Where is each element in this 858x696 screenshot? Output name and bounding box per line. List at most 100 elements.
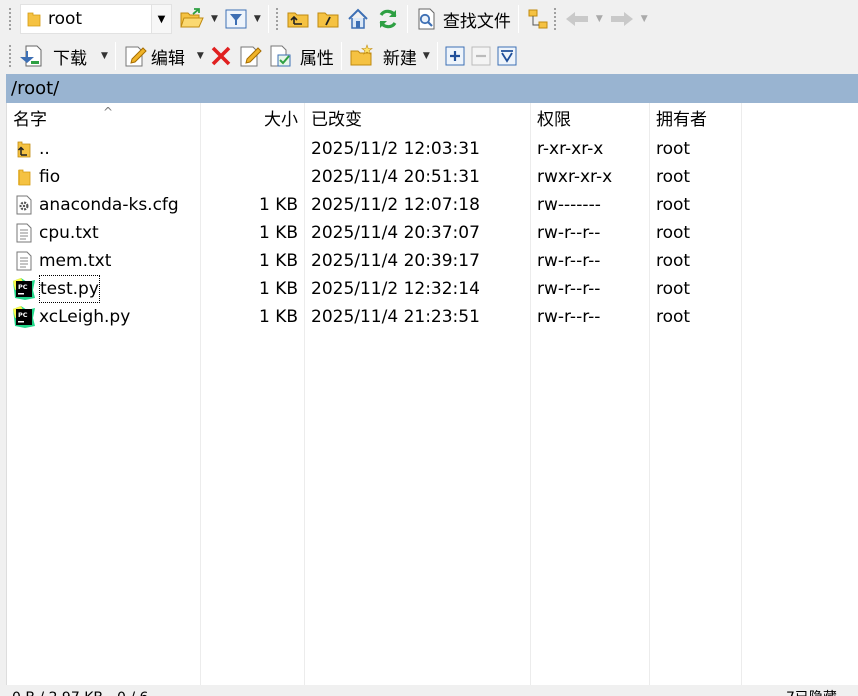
file-modified: 2025/11/2 12:32:14 <box>311 279 480 299</box>
file-list-header: 名字 ^ 大小 已改变 权限 拥有者 <box>7 103 858 135</box>
column-header-modified[interactable]: 已改变 <box>311 103 362 135</box>
path-combo-dropdown-button[interactable]: ▼ <box>152 4 172 34</box>
new-button[interactable]: 新建 ▼ <box>346 41 433 71</box>
file-size: 1 KB <box>258 195 298 215</box>
file-modified: 2025/11/4 20:51:31 <box>311 167 480 187</box>
edit-button[interactable]: 编辑 ▼ <box>120 41 207 71</box>
column-header-name[interactable]: 名字 ^ <box>13 103 199 135</box>
chevron-down-icon[interactable]: ▼ <box>197 51 204 61</box>
text-file-icon <box>13 223 35 243</box>
file-modified: 2025/11/2 12:07:18 <box>311 195 480 215</box>
file-name-cell[interactable]: anaconda-ks.cfg <box>13 191 179 219</box>
status-bar: 0 B / 2.97 KB，0 / 6 7已隐藏 <box>0 685 858 696</box>
file-row[interactable]: fio 2025/11/4 20:51:31 rwxr-xr-x root <box>7 163 858 191</box>
file-operations-toolbar: 下载 ▼ 编辑 ▼ 属性 新建 ▼ <box>0 38 858 74</box>
file-row[interactable]: PC test.py 1 KB 2025/11/2 12:32:14 rw-r--r--… <box>7 275 858 303</box>
column-header-modified-label: 已改变 <box>311 110 362 130</box>
directory-tree-button[interactable] <box>523 4 553 34</box>
search-file-icon <box>418 8 435 30</box>
refresh-button[interactable] <box>373 4 403 34</box>
chevron-down-icon[interactable]: ▼ <box>211 14 218 24</box>
back-button[interactable]: ▼ <box>561 4 606 34</box>
file-list-panel[interactable]: 名字 ^ 大小 已改变 权限 拥有者 .. 2025/11/2 12:03:31 r… <box>6 103 858 685</box>
navigation-toolbar: root ▼ ▼ ▼ 查找文件 ▼ ▼ <box>0 0 858 38</box>
file-modified: 2025/11/4 21:23:51 <box>311 307 480 327</box>
current-path-bar[interactable]: /root/ <box>6 74 858 103</box>
plus-icon <box>445 46 465 66</box>
file-size: 1 KB <box>258 251 298 271</box>
parent-directory-button[interactable] <box>283 4 313 34</box>
home-directory-button[interactable] <box>343 4 373 34</box>
chevron-down-icon[interactable]: ▼ <box>423 51 430 61</box>
file-size: 1 KB <box>258 307 298 327</box>
root-directory-button[interactable] <box>313 4 343 34</box>
file-owner: root <box>656 279 691 299</box>
delete-button[interactable] <box>207 41 235 71</box>
status-selection-summary: 0 B / 2.97 KB，0 / 6 <box>12 687 148 696</box>
download-button[interactable]: 下载 ▼ <box>16 41 111 71</box>
file-owner: root <box>656 167 691 187</box>
properties-button[interactable]: 属性 <box>265 41 337 71</box>
select-files-button[interactable] <box>442 41 468 71</box>
file-name: fio <box>39 167 61 187</box>
minus-icon <box>471 46 491 66</box>
chevron-down-icon[interactable]: ▼ <box>641 14 648 24</box>
file-name: xcLeigh.py <box>39 307 131 327</box>
pycharm-file-icon: PC <box>13 278 35 300</box>
toolbar-grip[interactable] <box>8 7 12 31</box>
column-header-size[interactable]: 大小 <box>201 103 298 135</box>
file-name-cell[interactable]: .. <box>13 135 50 163</box>
download-icon <box>20 45 42 67</box>
file-name-cell[interactable]: cpu.txt <box>13 219 99 247</box>
toolbar-grip[interactable] <box>552 7 557 31</box>
file-name: mem.txt <box>39 251 112 271</box>
forward-arrow-icon <box>610 12 633 26</box>
chevron-down-icon[interactable]: ▼ <box>596 14 603 24</box>
file-owner: root <box>656 195 691 215</box>
folder-icon <box>13 167 35 187</box>
rename-button[interactable] <box>235 41 265 71</box>
file-name-cell[interactable]: mem.txt <box>13 247 111 275</box>
path-combo-value: root <box>48 9 83 29</box>
root-folder-icon <box>317 12 339 28</box>
column-header-permissions[interactable]: 权限 <box>537 103 571 135</box>
rename-icon <box>240 46 262 67</box>
toolbar-grip[interactable] <box>8 44 12 68</box>
unselect-files-button[interactable] <box>468 41 494 71</box>
file-row[interactable]: anaconda-ks.cfg 1 KB 2025/11/2 12:07:18 rw-… <box>7 191 858 219</box>
new-folder-icon <box>350 44 373 66</box>
file-permissions: rw------- <box>537 195 601 215</box>
open-folder-icon <box>180 8 204 28</box>
file-size <box>201 163 298 191</box>
chevron-down-icon[interactable]: ▼ <box>254 14 261 24</box>
chevron-down-icon[interactable]: ▼ <box>101 51 108 61</box>
forward-button[interactable]: ▼ <box>606 4 651 34</box>
file-size: 1 KB <box>258 279 298 299</box>
path-combo[interactable]: root <box>20 4 152 34</box>
file-name-cell[interactable]: fio <box>13 163 60 191</box>
status-hidden-count: 7已隐藏 <box>786 687 837 696</box>
svg-text:PC: PC <box>18 283 28 291</box>
file-name-cell[interactable]: PC test.py <box>13 275 100 303</box>
file-row[interactable]: mem.txt 1 KB 2025/11/4 20:39:17 rw-r--r-- ro… <box>7 247 858 275</box>
column-header-owner[interactable]: 拥有者 <box>656 103 707 135</box>
open-directory-button[interactable]: ▼ <box>176 4 221 34</box>
toolbar-grip[interactable] <box>274 7 279 31</box>
filter-button[interactable]: ▼ <box>221 4 264 34</box>
folder-icon <box>27 12 41 27</box>
current-path-text: /root/ <box>11 78 60 99</box>
file-size: 1 KB <box>258 223 298 243</box>
toolbar-separator <box>517 5 519 33</box>
file-row[interactable]: cpu.txt 1 KB 2025/11/4 20:37:07 rw-r--r-- ro… <box>7 219 858 247</box>
file-name-cell[interactable]: PC xcLeigh.py <box>13 303 130 331</box>
file-name: .. <box>39 139 50 159</box>
column-header-name-label: 名字 <box>13 110 47 130</box>
file-name: cpu.txt <box>39 223 99 243</box>
find-files-button[interactable]: 查找文件 <box>412 4 514 34</box>
download-label: 下载 <box>53 48 87 69</box>
svg-text:PC: PC <box>18 311 28 319</box>
file-row[interactable]: .. 2025/11/2 12:03:31 r-xr-xr-x root <box>7 135 858 163</box>
text-file-icon <box>13 251 35 271</box>
file-row[interactable]: PC xcLeigh.py 1 KB 2025/11/4 21:23:51 rw-r--… <box>7 303 858 331</box>
invert-selection-button[interactable] <box>494 41 520 71</box>
